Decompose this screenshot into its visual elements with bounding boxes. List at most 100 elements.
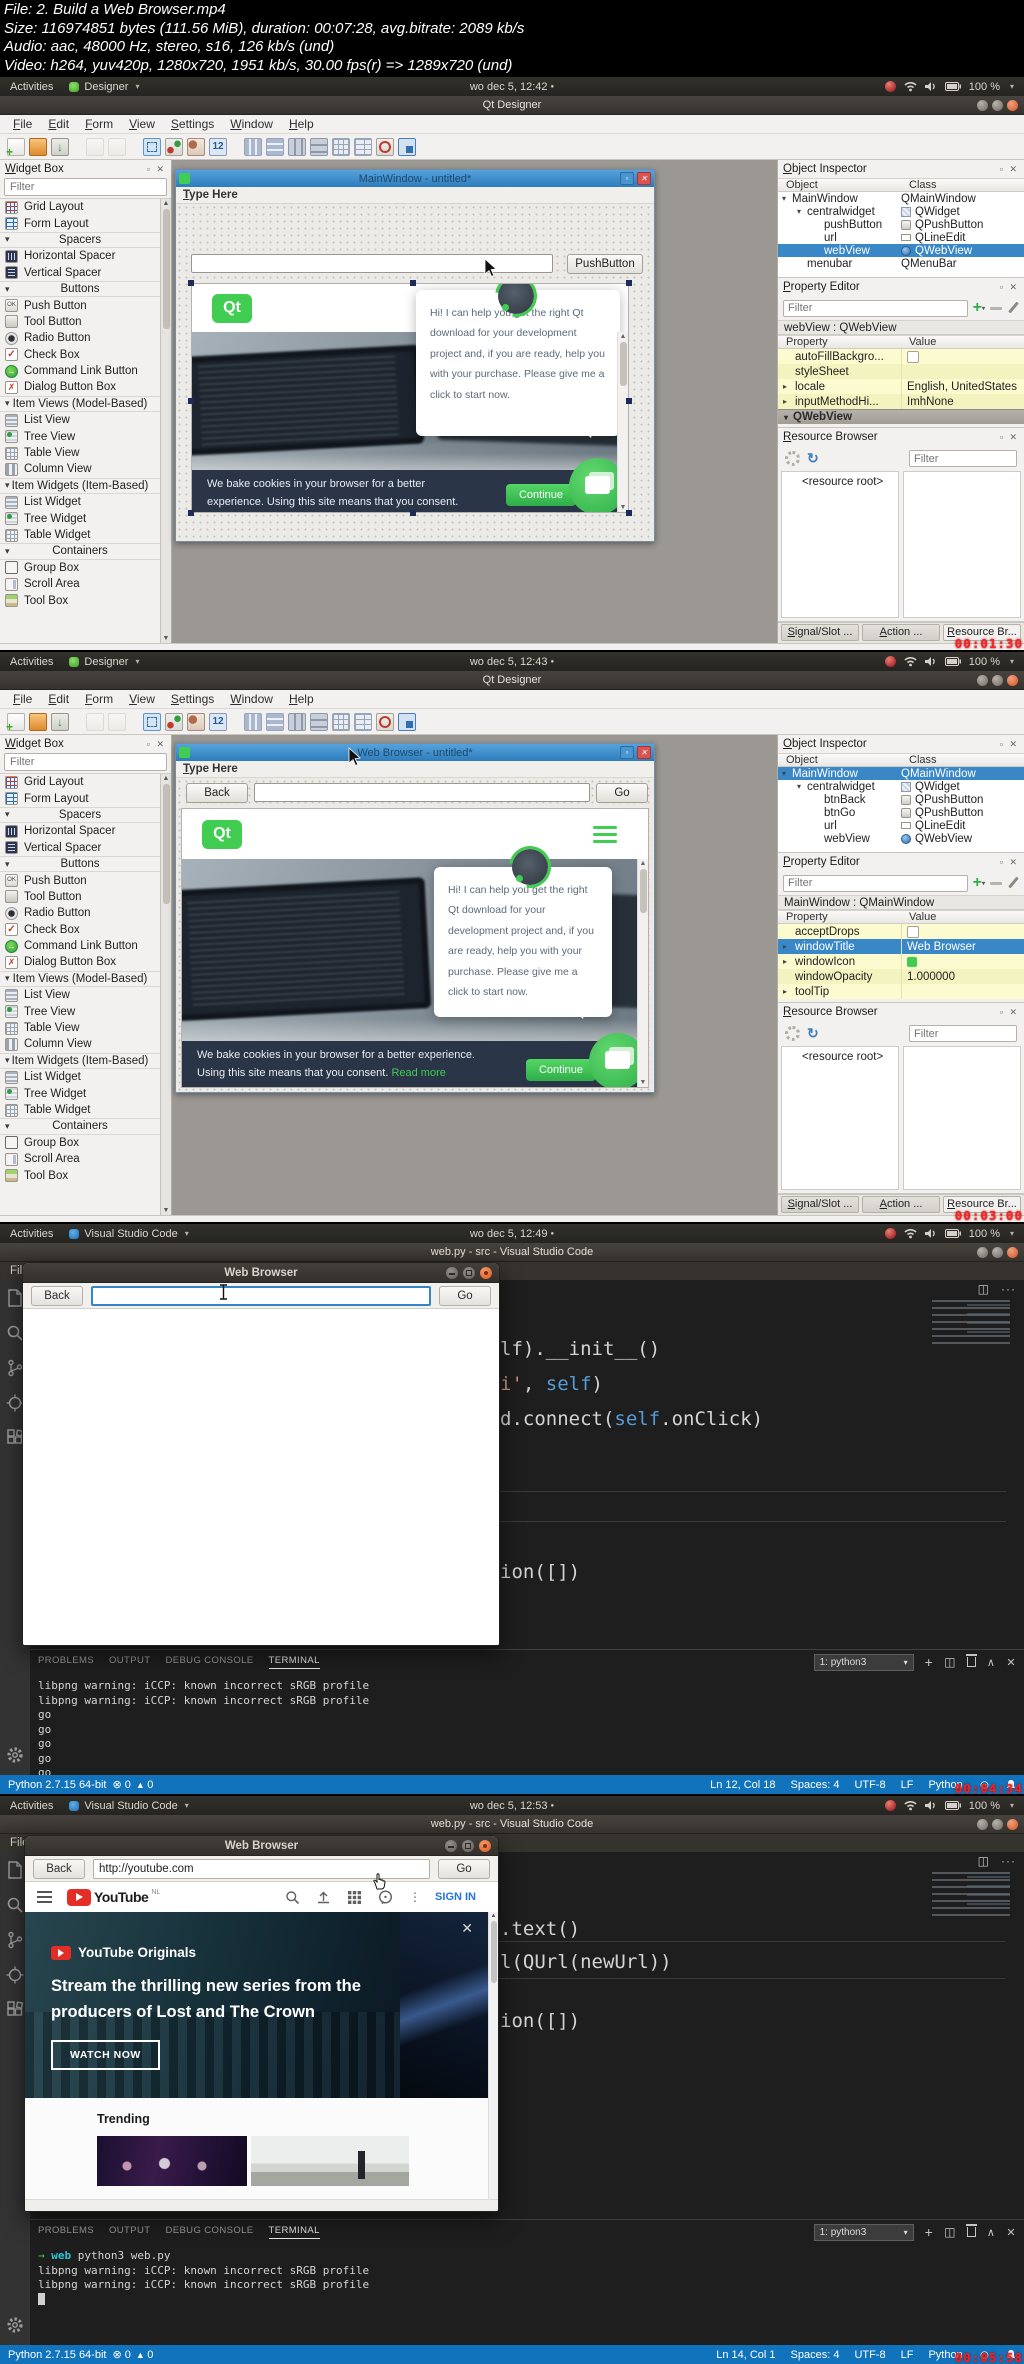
property-row[interactable]: styleSheet [778,364,1024,379]
menu-item[interactable]: File [5,117,40,131]
encoding-status[interactable]: UTF-8 [854,2349,885,2361]
panel-tab[interactable]: DEBUG CONSOLE [165,1655,253,1669]
inspector-row[interactable]: menubar QMenuBar [778,257,1024,270]
widget-box-item[interactable]: Item Widgets (Item-Based) [0,477,160,495]
dock-float-close-icons[interactable]: ▫ ✕ [1000,857,1019,868]
browser-titlebar[interactable]: Web Browser [25,1836,498,1856]
eol-status[interactable]: LF [901,1779,914,1791]
dock-float-close-icons[interactable]: ▫ ✕ [1000,739,1019,750]
widget-box-item[interactable]: Horizontal Spacer [0,823,160,839]
toolbar-icon[interactable] [266,137,284,156]
widget-box-item[interactable]: Tree View [0,1003,160,1019]
terminal-output[interactable]: → web python3 web.py libpng warning: iCCP… [30,2244,1024,2307]
dock-tab[interactable]: Action ... [862,624,940,641]
go-button[interactable]: Go [439,1285,491,1306]
page-scrollbar[interactable]: ▲▼ [488,1912,498,2211]
widget-box-item[interactable]: Tree View [0,428,160,444]
gear-icon[interactable] [785,1026,800,1041]
resource-preview-pane[interactable] [903,471,1021,618]
property-value[interactable]: ImhNone [901,394,1024,409]
widget-box-item[interactable]: List Widget [0,494,160,510]
widget-box-item[interactable]: Table View [0,1020,160,1036]
dock-float-close-icons[interactable]: ▫ ✕ [147,164,166,175]
toolbar-icon[interactable] [29,712,47,731]
toolbar-icon[interactable] [6,712,25,734]
widget-box-item[interactable]: Tool Button [0,314,160,330]
manage-gear-icon[interactable] [5,2315,25,2335]
inspector-row[interactable]: MainWindow QMainWindow [778,192,1024,205]
widget-box-item[interactable]: Vertical Spacer [0,265,160,281]
expander-icon[interactable] [782,769,792,778]
remove-property-icon[interactable] [990,306,1002,310]
system-tray[interactable]: 100 % ▾ [884,656,1014,668]
go-button-widget[interactable]: Go [596,783,648,803]
widget-box-header[interactable]: Widget Box ▫ ✕ [0,735,171,753]
youtube-logo[interactable]: YouTube NL [67,1888,160,1906]
menu-item[interactable]: View [121,692,163,706]
scroll-thumb[interactable] [162,209,170,329]
web-browser-window[interactable]: Web Browser Back Go YouTubeNL ⋮ [24,1835,499,2212]
form-maximize-button[interactable] [620,746,634,759]
search-icon[interactable] [5,1895,25,1915]
resource-filter-input[interactable] [909,450,1017,467]
toolbar-icon[interactable] [288,712,306,731]
messages-icon[interactable] [378,1889,393,1905]
selection-handle[interactable] [626,398,632,404]
panel-tab[interactable]: OUTPUT [109,2225,150,2239]
toolbar-icon[interactable] [398,712,416,731]
webview-scrollbar[interactable]: ▲ ▼ [617,332,628,512]
qt-designer-titlebar[interactable]: Qt Designer [0,96,1024,115]
toolbar-icon[interactable] [29,137,47,156]
toolbar-icon[interactable] [143,137,161,156]
toolbar-icon[interactable] [108,712,126,731]
scroll-thumb[interactable] [162,784,170,904]
configure-icon[interactable] [1007,876,1019,890]
widget-box-item[interactable]: Push Button [0,872,160,888]
url-lineedit-widget[interactable] [254,783,590,802]
upload-icon[interactable] [316,1890,331,1905]
widget-box-item[interactable]: Horizontal Spacer [0,248,160,264]
back-button[interactable]: Back [33,1858,85,1879]
toolbar-icon[interactable] [187,712,205,731]
url-lineedit-widget[interactable] [191,254,553,273]
python-version-status[interactable]: Python 2.7.15 64-bit [8,2349,106,2361]
split-terminal-icon[interactable] [944,1655,956,1669]
minimize-button[interactable] [977,100,988,111]
scroll-thumb[interactable] [619,342,627,386]
property-row[interactable]: autoFillBackgro... [778,349,1024,364]
scroll-thumb[interactable] [639,869,647,913]
minimize-button[interactable] [977,1247,988,1258]
scroll-up-icon[interactable]: ▲ [640,860,647,867]
widget-box-item[interactable]: Command Link Button [0,938,160,954]
widget-box-scrollbar[interactable]: ▲ ▼ [160,199,171,643]
qt-designer-titlebar[interactable]: Qt Designer [0,671,1024,690]
widget-box-item[interactable]: List Widget [0,1069,160,1085]
warnings-status[interactable]: 0 [136,1779,153,1791]
expander-icon[interactable] [797,207,807,216]
close-panel-icon[interactable] [1006,1656,1016,1669]
toolbar-icon[interactable] [187,137,205,156]
toolbar-icon[interactable] [231,138,240,156]
expander-icon[interactable] [782,194,792,203]
inspector-row[interactable]: centralwidget QWidget [778,205,1024,218]
webview-scrollbar[interactable]: ▲ ▼ [637,859,648,1087]
python-version-status[interactable]: Python 2.7.15 64-bit [8,1779,106,1791]
maximize-button[interactable] [462,1840,474,1852]
dock-float-close-icons[interactable]: ▫ ✕ [147,739,166,750]
terminal-selector[interactable]: 1: python3 [813,2223,914,2241]
indentation-status[interactable]: Spaces: 4 [791,2349,840,2361]
toolbar-icon[interactable] [165,137,183,156]
inspector-row[interactable]: url QLineEdit [778,231,1024,244]
window-controls[interactable] [977,675,1018,686]
scroll-up-icon[interactable]: ▲ [163,200,170,207]
property-value[interactable] [901,924,1024,939]
reload-icon[interactable] [807,450,819,467]
maximize-button[interactable] [992,1819,1003,1830]
add-property-icon[interactable]: + [973,299,985,316]
window-controls[interactable] [446,1267,492,1279]
webview-widget[interactable]: Qt Hi! I can help you get the right Qt d… [188,280,632,516]
new-terminal-icon[interactable] [925,1654,934,1670]
browser-titlebar[interactable]: Web Browser [23,1263,499,1283]
widget-box-item[interactable]: Tree Widget [0,510,160,526]
close-button[interactable] [1007,1819,1018,1830]
